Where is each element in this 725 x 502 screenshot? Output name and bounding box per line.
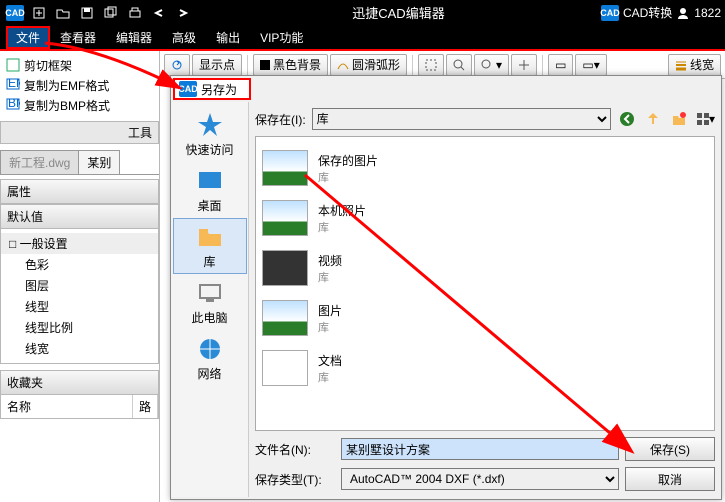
btn-lw[interactable]: 线宽 <box>668 54 721 76</box>
app-icon[interactable]: CAD <box>4 3 26 23</box>
undo-icon[interactable] <box>148 3 170 23</box>
tree-ltype[interactable]: 线型 <box>1 296 158 317</box>
place-lib[interactable]: 库 <box>173 218 247 274</box>
print-icon[interactable] <box>124 3 146 23</box>
btn-showpt[interactable]: 显示点 <box>192 54 242 76</box>
fav-head: 收藏夹 <box>0 370 159 395</box>
tool-bmp[interactable]: BMP 复制为BMP格式 <box>6 95 153 115</box>
save-button[interactable]: 保存(S) <box>625 437 715 461</box>
place-desktop[interactable]: 桌面 <box>173 162 247 218</box>
doc-tabs: 新工程.dwg 某别 <box>0 150 159 175</box>
tool-caption: 工具 <box>0 121 159 144</box>
svg-text:BMP: BMP <box>8 98 20 110</box>
ftype-label: 保存类型(T): <box>255 471 335 488</box>
props-tree: □ 一般设置 色彩 图层 线型 线型比例 线宽 <box>0 229 159 364</box>
user-icon <box>676 6 690 20</box>
tab-proj1[interactable]: 新工程.dwg <box>0 150 79 174</box>
new-icon[interactable] <box>28 3 50 23</box>
btn-smooth[interactable]: 圆滑弧形 <box>330 54 407 76</box>
app-title: 迅捷CAD编辑器 <box>196 3 601 22</box>
btn-pan[interactable] <box>511 54 537 76</box>
btn-blackbg[interactable]: 黑色背景 <box>253 54 328 76</box>
place-net[interactable]: 网络 <box>173 330 247 386</box>
fname-input[interactable] <box>341 438 619 460</box>
cad-badge-icon: CAD <box>601 5 619 21</box>
btn-misc1[interactable]: ▭ <box>548 54 573 76</box>
fname-label: 文件名(N): <box>255 441 335 458</box>
menu-output[interactable]: 输出 <box>206 26 250 49</box>
left-panel: 剪切框架 EMF 复制为EMF格式 BMP 复制为BMP格式 工具 新工程.dwg … <box>0 51 160 502</box>
dialog-icon: CAD <box>179 81 197 97</box>
ftype-select[interactable]: AutoCAD™ 2004 DXF (*.dxf) <box>341 468 619 490</box>
location-select[interactable]: 库 <box>312 108 611 130</box>
nav-view-icon[interactable]: ▾ <box>695 109 715 129</box>
menu-advanced[interactable]: 高级 <box>162 26 206 49</box>
menu-editor[interactable]: 编辑器 <box>106 26 162 49</box>
tool-clip-label: 剪切框架 <box>24 57 72 74</box>
tool-emf[interactable]: EMF 复制为EMF格式 <box>6 75 153 95</box>
file-item[interactable]: 文档库 <box>262 343 708 393</box>
tool-bmp-label: 复制为BMP格式 <box>24 97 110 114</box>
menubar: 文件 查看器 编辑器 高级 输出 VIP功能 <box>0 25 725 49</box>
tool-clip[interactable]: 剪切框架 <box>6 55 153 75</box>
btn-zoom1[interactable] <box>418 54 444 76</box>
file-item[interactable]: 本机照片库 <box>262 193 708 243</box>
dialog-title-text: 另存为 <box>201 81 237 98</box>
tree-layer[interactable]: 图层 <box>1 275 158 296</box>
menu-viewer[interactable]: 查看器 <box>50 26 106 49</box>
btn-zoomfit[interactable] <box>446 54 472 76</box>
file-list[interactable]: 保存的图片库本机照片库视频库图片库文档库 <box>255 136 715 431</box>
tab-proj2[interactable]: 某别 <box>78 150 120 174</box>
tree-lscale[interactable]: 线型比例 <box>1 317 158 338</box>
tree-lweight[interactable]: 线宽 <box>1 338 158 359</box>
cad-convert-link[interactable]: CAD转换 <box>623 4 672 21</box>
user-id: 1822 <box>694 6 721 20</box>
menu-file[interactable]: 文件 <box>6 26 50 49</box>
nav-back-icon[interactable] <box>617 109 637 129</box>
place-quick[interactable]: 快速访问 <box>173 106 247 162</box>
props-default: 默认值 <box>0 204 159 229</box>
cancel-button[interactable]: 取消 <box>625 467 715 491</box>
redo-icon[interactable] <box>172 3 194 23</box>
dialog-title: CAD 另存为 <box>173 78 251 100</box>
btn-refresh[interactable] <box>164 54 190 76</box>
fav-col-name[interactable]: 名称 <box>1 395 133 418</box>
save-as-dialog: CAD 另存为 快速访问 桌面 库 此电脑 网络 保存在(I): 库 ▾ 保存的… <box>170 75 722 500</box>
file-item[interactable]: 视频库 <box>262 243 708 293</box>
open-icon[interactable] <box>52 3 74 23</box>
tree-color[interactable]: 色彩 <box>1 254 158 275</box>
saveall-icon[interactable] <box>100 3 122 23</box>
svg-text:EMF: EMF <box>8 78 20 90</box>
file-item[interactable]: 保存的图片库 <box>262 143 708 193</box>
nav-newfolder-icon[interactable] <box>669 109 689 129</box>
props-head: 属性 <box>0 179 159 204</box>
nav-up-icon[interactable] <box>643 109 663 129</box>
fav-cols: 名称 路 <box>0 395 159 419</box>
btn-misc2[interactable]: ▭▾ <box>575 54 606 76</box>
file-item[interactable]: 图片库 <box>262 293 708 343</box>
places-bar: 快速访问 桌面 库 此电脑 网络 <box>171 102 249 497</box>
titlebar: CAD 迅捷CAD编辑器 CAD CAD转换 1822 <box>0 0 725 25</box>
tree-general[interactable]: □ 一般设置 <box>1 233 158 254</box>
fav-col-path[interactable]: 路 <box>133 395 158 418</box>
savein-label: 保存在(I): <box>255 111 306 128</box>
btn-zoomdd[interactable]: ▾ <box>474 54 509 76</box>
path-row: 保存在(I): 库 ▾ <box>249 102 721 136</box>
menu-vip[interactable]: VIP功能 <box>250 26 313 49</box>
tool-emf-label: 复制为EMF格式 <box>24 77 109 94</box>
place-pc[interactable]: 此电脑 <box>173 274 247 330</box>
save-icon[interactable] <box>76 3 98 23</box>
